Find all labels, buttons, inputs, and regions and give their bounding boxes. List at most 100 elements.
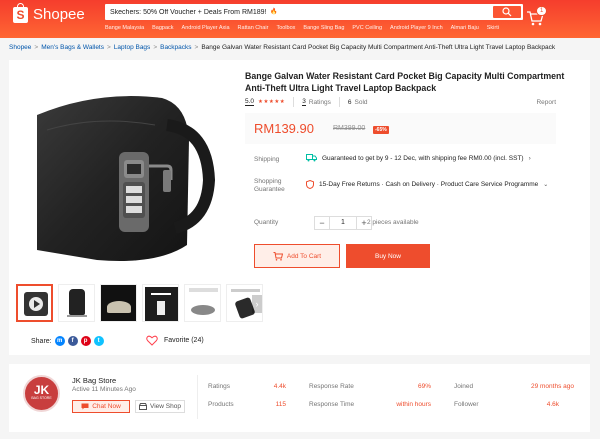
chat-now-label: Chat Now xyxy=(92,403,121,410)
quantity-stepper: − 1 + xyxy=(314,216,372,230)
breadcrumb-link[interactable]: Men's Bags & Wallets xyxy=(41,44,104,51)
breadcrumb-link[interactable]: Shopee xyxy=(9,44,31,51)
rating-row: 5.0 ★★★★★ 3 Ratings 6 Sold Report xyxy=(245,97,556,107)
stat-value: 115 xyxy=(275,401,286,408)
suggestion-link[interactable]: Rattan Chair xyxy=(238,25,269,31)
thumbnail-image[interactable] xyxy=(142,284,179,322)
stat-value: 29 months ago xyxy=(530,383,574,390)
quantity-label: Quantity xyxy=(254,219,279,226)
shop-stat-response-time: Response Time within hours xyxy=(309,401,431,408)
backpack-image xyxy=(37,96,216,261)
cart-count-badge: 1 xyxy=(536,6,548,16)
sold-label: Sold xyxy=(354,98,368,106)
original-price: RM399.00 xyxy=(333,125,366,132)
ratings-label: Ratings xyxy=(308,98,331,106)
discount-badge: -65% xyxy=(373,126,389,134)
shield-icon xyxy=(306,180,314,189)
chat-icon xyxy=(81,403,89,410)
shop-stat-products: Products 115 xyxy=(208,401,286,408)
view-shop-button[interactable]: View Shop xyxy=(135,400,185,413)
shopee-logo[interactable]: S Shopee xyxy=(13,2,85,23)
thumbnail-video[interactable] xyxy=(16,284,53,322)
add-to-cart-button[interactable]: Add To Cart xyxy=(254,244,340,268)
guarantee-text: 15-Day Free Returns · Cash on Delivery ·… xyxy=(319,181,539,188)
shop-active-status: Active 11 Minutes Ago xyxy=(72,386,136,393)
stat-label: Response Time xyxy=(309,401,355,408)
shop-avatar[interactable]: JK BAG STORE xyxy=(23,375,60,412)
shipping-text: Guaranteed to get by 9 - 12 Dec, with sh… xyxy=(322,154,524,162)
guarantee-label-1: Shopping xyxy=(254,178,282,185)
share-row: Share: m f p t xyxy=(31,336,104,346)
shipping-info[interactable]: Guaranteed to get by 9 - 12 Dec, with sh… xyxy=(306,154,531,162)
favorite-label: Favorite (24) xyxy=(164,337,204,344)
breadcrumb-separator: > xyxy=(153,44,158,51)
suggestion-link[interactable]: Bange Sling Bag xyxy=(303,25,344,31)
suggestion-link[interactable]: Almari Baju xyxy=(451,25,479,31)
suggestion-link[interactable]: Android Player Axia xyxy=(182,25,230,31)
fire-emoji: 🔥 xyxy=(270,9,278,15)
suggestion-link[interactable]: Toolbox xyxy=(276,25,295,31)
cart-button[interactable]: 1 xyxy=(526,6,548,26)
cart-plus-icon xyxy=(273,251,283,261)
store-icon xyxy=(139,403,148,410)
stat-value: 4.4k xyxy=(273,383,286,390)
share-label: Share: xyxy=(31,337,52,345)
divider xyxy=(197,375,198,419)
stock-availability: 2 pieces available xyxy=(367,219,419,226)
breadcrumb-current: Bange Galvan Water Resistant Card Pocket… xyxy=(201,44,556,51)
ratings-count[interactable]: 3 xyxy=(302,98,306,106)
view-shop-label: View Shop xyxy=(150,403,181,410)
shipping-label: Shipping xyxy=(254,156,280,163)
breadcrumb: Shopee > Men's Bags & Wallets > Laptop B… xyxy=(9,44,555,51)
suggestion-link[interactable]: Bange Malaysia xyxy=(105,25,144,31)
suggestion-link[interactable]: Android Player 9 Inch xyxy=(390,25,443,31)
stat-value: within hours xyxy=(396,401,431,408)
messenger-icon[interactable]: m xyxy=(54,336,65,346)
thumbnail-image[interactable]: › xyxy=(226,284,263,322)
sold-count: 6 xyxy=(347,98,352,106)
avatar-subtext: BAG STORE xyxy=(31,396,52,400)
breadcrumb-link[interactable]: Backpacks xyxy=(160,44,191,51)
stat-value: 69% xyxy=(417,383,431,390)
report-link[interactable]: Report xyxy=(536,99,556,106)
guarantee-label-2: Guarantee xyxy=(254,186,285,193)
chat-now-button[interactable]: Chat Now xyxy=(72,400,130,413)
suggestion-link[interactable]: Skirti xyxy=(487,25,499,31)
stat-value: 4.6k xyxy=(546,401,559,408)
price-section: RM139.90 RM399.00 -65% xyxy=(245,113,556,144)
rating-value[interactable]: 5.0 xyxy=(245,98,255,106)
twitter-icon[interactable]: t xyxy=(93,336,104,346)
buy-now-label: Buy Now xyxy=(374,252,401,260)
stat-label: Products xyxy=(208,401,234,408)
add-to-cart-label: Add To Cart xyxy=(286,252,322,260)
suggestion-link[interactable]: Bagpack xyxy=(152,25,173,31)
buy-now-button[interactable]: Buy Now xyxy=(346,244,430,268)
stat-label: Response Rate xyxy=(309,383,354,390)
search-suggestions: Bange Malaysia Bagpack Android Player Ax… xyxy=(105,25,499,31)
guarantee-info[interactable]: 15-Day Free Returns · Cash on Delivery ·… xyxy=(306,180,548,189)
breadcrumb-link[interactable]: Laptop Bags xyxy=(114,44,151,51)
decrease-button[interactable]: − xyxy=(314,216,330,230)
shop-stat-follower: Follower 4.6k xyxy=(454,401,559,408)
current-price: RM139.90 xyxy=(254,121,314,136)
search-button[interactable] xyxy=(493,6,521,18)
shop-card: JK BAG STORE JK Bag Store Active 11 Minu… xyxy=(9,364,590,432)
divider xyxy=(293,97,295,107)
thumbnail-image[interactable] xyxy=(100,284,137,322)
shop-stat-response-rate: Response Rate 69% xyxy=(309,383,431,390)
avatar-initials: JK xyxy=(33,383,50,397)
product-main-image[interactable] xyxy=(37,70,227,282)
pinterest-icon[interactable]: p xyxy=(80,336,91,346)
suggestion-link[interactable]: PVC Ceiling xyxy=(352,25,382,31)
stat-label: Follower xyxy=(454,401,479,408)
shop-stat-joined: Joined 29 months ago xyxy=(454,383,574,390)
shop-name: JK Bag Store xyxy=(72,376,117,385)
stat-label: Ratings xyxy=(208,383,231,390)
thumbnail-image[interactable] xyxy=(184,284,221,322)
favorite-button[interactable]: Favorite (24) xyxy=(146,335,204,346)
quantity-input[interactable]: 1 xyxy=(330,216,356,230)
facebook-icon[interactable]: f xyxy=(67,336,78,346)
search-input[interactable] xyxy=(105,4,485,20)
chevron-right-icon[interactable]: › xyxy=(252,295,262,313)
thumbnail-image[interactable] xyxy=(58,284,95,322)
